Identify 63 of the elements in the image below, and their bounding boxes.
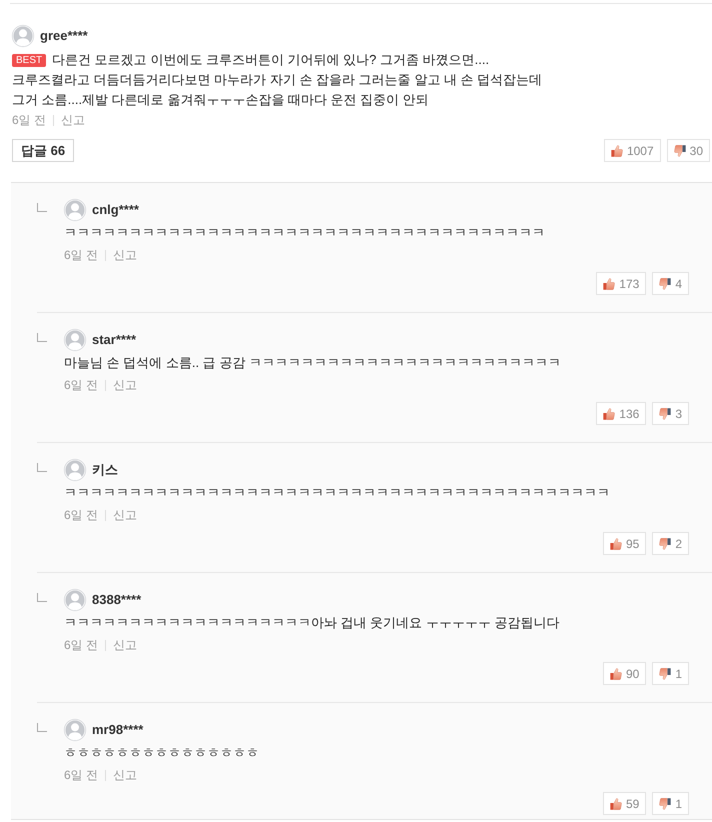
report-link[interactable]: 신고: [113, 506, 138, 524]
report-link[interactable]: 신고: [61, 111, 86, 129]
report-link[interactable]: 신고: [113, 766, 138, 784]
dislike-button[interactable]: 1: [652, 662, 689, 685]
reply-button[interactable]: 답글 66: [12, 139, 74, 162]
dislike-button[interactable]: 30: [666, 139, 710, 162]
thumbs-down-icon: [659, 668, 672, 680]
reply-text: ㅎㅎㅎㅎㅎㅎㅎㅎㅎㅎㅎㅎㅎㅎㅎ: [64, 744, 259, 762]
username: mr98****: [92, 721, 144, 740]
thumbs-up-icon: [610, 144, 623, 156]
reply-text: ㅋㅋㅋㅋㅋㅋㅋㅋㅋㅋㅋㅋㅋㅋㅋㅋㅋㅋㅋㅋㅋㅋㅋㅋㅋㅋㅋㅋㅋㅋㅋㅋㅋㅋㅋㅋㅋㅋㅋㅋㅋㅋ: [64, 484, 610, 502]
thumbs-up-icon: [610, 798, 622, 810]
reply-corner-icon: [37, 593, 47, 602]
best-badge: BEST: [12, 54, 46, 66]
dislike-button[interactable]: 1: [652, 792, 689, 815]
comment-text-line: 크루즈켤라고 더듬더듬거리다보면 마누라가 자기 손 잡을라 그러는줄 알고 내 손 덥석잡는데: [12, 71, 542, 89]
comment-text-line: 다른건 모르겠고 이번에도 크루즈버튼이 기어뒤에 있나? 그거좀 바꼈으면....: [52, 51, 490, 69]
like-button[interactable]: 95: [602, 532, 646, 555]
thumbs-down-icon: [659, 278, 672, 290]
reply-corner-icon: [37, 333, 47, 342]
report-link[interactable]: 신고: [113, 376, 138, 394]
post-time: 6일 전: [64, 377, 98, 394]
report-link[interactable]: 신고: [113, 246, 138, 264]
thumbs-down-icon: [659, 408, 672, 420]
reply-corner-icon: [37, 203, 47, 212]
reply-text: ㅋㅋㅋㅋㅋㅋㅋㅋㅋㅋㅋㅋㅋㅋㅋㅋㅋㅋㅋ아놔 겁내 웃기네요 ㅜㅜㅜㅜㅜ 공감됩니다: [64, 614, 560, 632]
user-avatar-icon: [64, 329, 86, 351]
user-avatar-icon: [64, 459, 86, 481]
user-avatar-icon: [64, 589, 86, 611]
username: 키스: [92, 461, 118, 480]
reply-text: ㅋㅋㅋㅋㅋㅋㅋㅋㅋㅋㅋㅋㅋㅋㅋㅋㅋㅋㅋㅋㅋㅋㅋㅋㅋㅋㅋㅋㅋㅋㅋㅋㅋㅋㅋㅋㅋ: [64, 224, 545, 242]
post-time: 6일 전: [64, 637, 98, 654]
post-time: 6일 전: [64, 767, 98, 784]
thumbs-up-icon: [610, 668, 622, 680]
thumbs-up-icon: [603, 408, 616, 420]
username: cnlg****: [92, 201, 139, 220]
like-button[interactable]: 1007: [604, 139, 661, 162]
dislike-button[interactable]: 4: [652, 272, 689, 295]
like-button[interactable]: 136: [596, 402, 646, 425]
dislike-button[interactable]: 2: [652, 532, 689, 555]
thumbs-up-icon: [603, 278, 616, 290]
thumbs-up-icon: [610, 538, 622, 550]
reply-text: 마늘님 손 덥석에 소름.. 급 공감 ㅋㅋㅋㅋㅋㅋㅋㅋㅋㅋㅋㅋㅋㅋㅋㅋㅋㅋㅋㅋㅋㅋㅋㅋ: [64, 354, 561, 372]
user-avatar-icon: [64, 199, 86, 221]
reply-corner-icon: [37, 723, 47, 732]
username: star****: [92, 331, 136, 350]
username: gree****: [40, 27, 88, 46]
post-time: 6일 전: [12, 112, 46, 129]
comment-text-line: 그거 소름....제발 다른데로 옮겨줘ㅜㅜㅜ손잡을 때마다 운전 집중이 안되: [12, 91, 429, 109]
like-button[interactable]: 173: [596, 272, 646, 295]
user-avatar-icon: [12, 25, 34, 47]
username: 8388****: [92, 591, 142, 610]
report-link[interactable]: 신고: [113, 636, 138, 654]
thumbs-down-icon: [659, 538, 672, 550]
user-avatar-icon: [64, 719, 86, 741]
post-time: 6일 전: [64, 507, 98, 524]
like-button[interactable]: 90: [602, 662, 646, 685]
dislike-button[interactable]: 3: [652, 402, 689, 425]
reply-corner-icon: [37, 463, 47, 472]
post-time: 6일 전: [64, 247, 98, 264]
thumbs-down-icon: [674, 144, 686, 156]
thumbs-down-icon: [659, 798, 672, 810]
like-button[interactable]: 59: [602, 792, 646, 815]
